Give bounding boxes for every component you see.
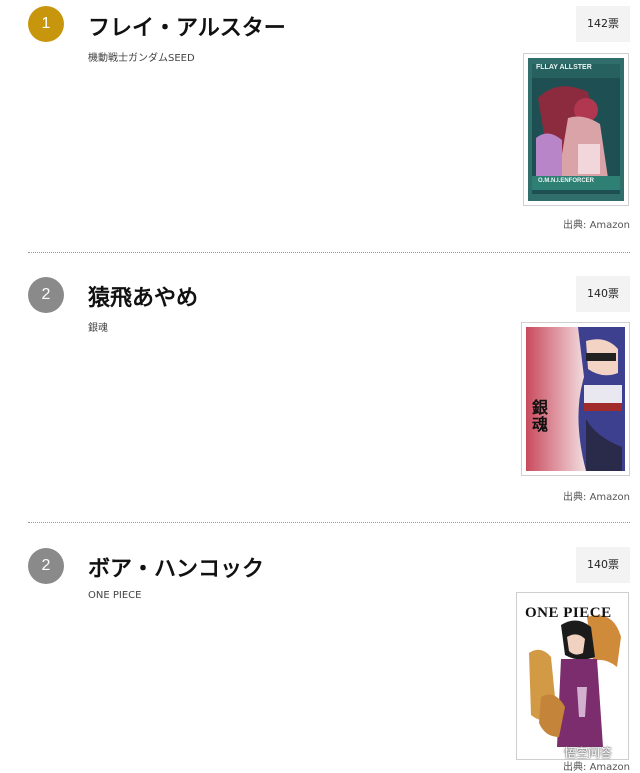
- watermark-text: 悟空问答: [563, 746, 612, 760]
- divider: [28, 522, 630, 523]
- image-source: 出典: Amazon: [563, 492, 630, 503]
- cover-title-text: 銀魂: [532, 398, 549, 434]
- character-name[interactable]: 猿飛あやめ: [88, 280, 198, 312]
- vote-count: 140票: [576, 276, 630, 312]
- series-title: ONE PIECE: [88, 590, 142, 601]
- cover-subtitle-text: O.M.N.I.ENFORCER: [538, 178, 595, 184]
- divider: [28, 252, 630, 253]
- vote-count: 142票: [576, 6, 630, 42]
- cover-image[interactable]: ONE PIECE: [516, 592, 629, 760]
- image-source: 出典: Amazon: [563, 220, 630, 231]
- rank-badge: 1: [28, 6, 64, 42]
- series-title: 機動戦士ガンダムSEED: [88, 53, 195, 64]
- character-name[interactable]: ボア・ハンコック: [88, 551, 264, 583]
- rank-badge: 2: [28, 548, 64, 584]
- rank-badge: 2: [28, 277, 64, 313]
- cover-title-text: ONE PIECE: [525, 605, 612, 621]
- vote-count: 140票: [576, 547, 630, 583]
- cover-image[interactable]: FLLAY ALLSTER O.M.N.I.ENFORCER: [523, 53, 629, 206]
- series-title: 銀魂: [88, 323, 108, 334]
- character-name[interactable]: フレイ・アルスター: [88, 10, 286, 42]
- cover-title-text: FLLAY ALLSTER: [536, 64, 592, 71]
- cover-image[interactable]: 銀魂: [521, 322, 630, 476]
